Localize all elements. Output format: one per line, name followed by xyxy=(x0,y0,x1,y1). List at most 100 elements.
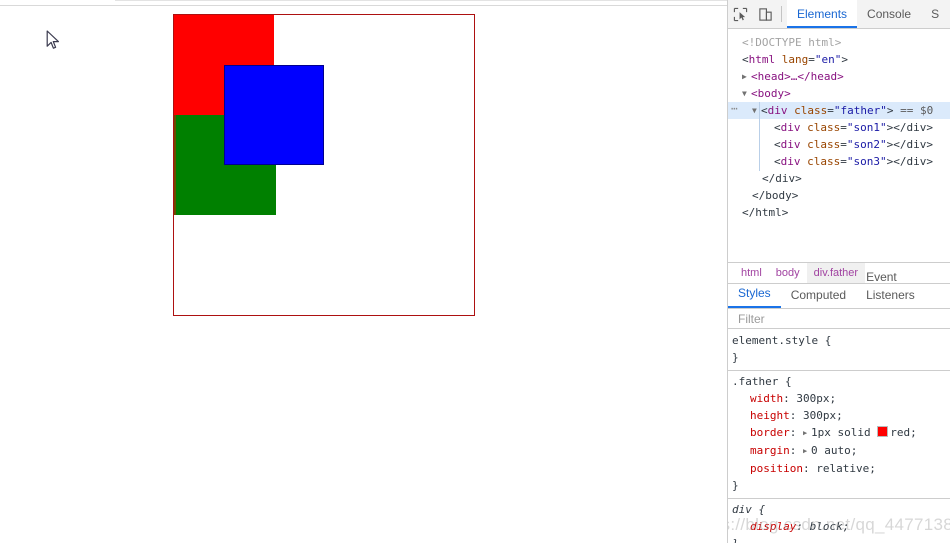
rule-close-element-style: } xyxy=(732,349,950,366)
son1-attr-name: class xyxy=(807,121,841,134)
close-brace-element-style: } xyxy=(732,351,739,364)
dom-tree[interactable]: <!DOCTYPE html> <html lang="en"> ▶ <head>… xyxy=(728,29,950,262)
prop-value-display: block; xyxy=(809,520,850,533)
tab-elements[interactable]: Elements xyxy=(787,0,858,28)
equals-s2: = xyxy=(840,138,847,151)
breadcrumb-item-body[interactable]: body xyxy=(769,263,807,283)
chevron-right-icon[interactable]: ▶ xyxy=(742,68,751,85)
page-top-divider-secondary xyxy=(115,0,727,1)
dom-line-html-close[interactable]: </html> xyxy=(728,204,950,221)
rule-father[interactable]: .father { width: 300px; height: 300px; b… xyxy=(728,370,950,496)
prop-name-width: width xyxy=(750,392,784,405)
son2-attr-value: "son2" xyxy=(846,138,887,151)
rule-selector-father: .father { xyxy=(732,373,950,390)
declaration-display[interactable]: display: block; xyxy=(732,518,950,535)
chevron-down-icon[interactable]: ▼ xyxy=(742,85,751,102)
rule-close-father: } xyxy=(732,477,950,494)
chevron-right-icon-border[interactable]: ▶ xyxy=(803,425,811,442)
dom-line-html-open[interactable]: <html lang="en"> xyxy=(728,51,950,68)
prop-name-margin: margin xyxy=(750,444,790,457)
angle-open-son1: < xyxy=(774,121,781,134)
dom-line-father-open[interactable]: ⋯ ▼ <div class="father"> == $0 xyxy=(728,102,950,119)
declaration-position[interactable]: position: relative; xyxy=(732,460,950,477)
more-options-icon[interactable]: ⋯ xyxy=(731,100,739,117)
prop-name-position: position xyxy=(750,462,803,475)
father-attr-name: class xyxy=(794,104,828,117)
dom-line-body-open[interactable]: ▼ <body> xyxy=(728,85,950,102)
son3-close-tag: </div> xyxy=(893,155,933,168)
blue-square[interactable] xyxy=(224,65,324,165)
styles-filter-row xyxy=(728,308,950,329)
dom-line-body-close[interactable]: </body> xyxy=(728,187,950,204)
declaration-width[interactable]: width: 300px; xyxy=(732,390,950,407)
chevron-right-icon-margin[interactable]: ▶ xyxy=(803,443,811,460)
page-top-divider xyxy=(0,5,727,6)
son3-tag-name: div xyxy=(780,155,801,168)
son2-attr-name: class xyxy=(807,138,841,151)
rule-element-style[interactable]: element.style { } xyxy=(728,332,950,368)
declaration-height[interactable]: height: 300px; xyxy=(732,407,950,424)
html-tag-name: html xyxy=(748,53,776,66)
mouse-pointer-icon xyxy=(46,30,59,49)
rule-selector-element-style: element.style { xyxy=(732,332,950,349)
son3-attr-name: class xyxy=(807,155,841,168)
space-border xyxy=(871,426,878,439)
dom-line-doctype[interactable]: <!DOCTYPE html> xyxy=(728,34,950,51)
father-tag-name: div xyxy=(767,104,788,117)
son2-close-tag: </div> xyxy=(893,138,933,151)
equals: = xyxy=(808,53,815,66)
father-div[interactable] xyxy=(173,14,475,316)
selector-text-father: .father { xyxy=(732,375,792,388)
doctype-text: <!DOCTYPE html> xyxy=(742,36,842,49)
tab-event-listeners[interactable]: Event Listeners xyxy=(856,268,950,308)
selected-node-marker: == $0 xyxy=(900,104,934,117)
dom-line-father-close[interactable]: </div> xyxy=(728,170,950,187)
html-close-tag: </html> xyxy=(742,206,789,219)
prop-value-width: 300px; xyxy=(796,392,837,405)
dom-line-head[interactable]: ▶ <head>…</head> xyxy=(728,68,950,85)
body-close-tag: </body> xyxy=(752,189,799,202)
inspect-element-icon[interactable] xyxy=(728,1,753,28)
color-swatch-red[interactable] xyxy=(877,426,889,437)
tab-computed[interactable]: Computed xyxy=(781,286,856,308)
colon-border: : xyxy=(789,426,803,439)
father-close-tag: </div> xyxy=(762,172,802,185)
styles-pane-tabs: Styles Computed Event Listeners xyxy=(728,270,950,308)
rule-div[interactable]: div { display: block; } xyxy=(728,498,950,543)
close-brace-div: } xyxy=(732,537,739,543)
dom-line-son3[interactable]: <div class="son3"></div> xyxy=(728,153,950,170)
declaration-border[interactable]: border: ▶ 1px solid red; xyxy=(732,424,950,442)
toolbar-separator xyxy=(781,6,782,22)
tab-sources[interactable]: S xyxy=(921,0,949,28)
prop-name-border: border xyxy=(750,426,790,439)
devtools-toolbar: Elements Console S xyxy=(728,0,950,29)
prop-value-border-color: red; xyxy=(890,426,917,439)
lang-attr-value: "en" xyxy=(814,53,842,66)
angle-close: > xyxy=(841,53,848,66)
head-node-text: <head>…</head> xyxy=(751,70,844,83)
dom-line-son1[interactable]: <div class="son1"></div> xyxy=(728,119,950,136)
dom-line-son2[interactable]: <div class="son2"></div> xyxy=(728,136,950,153)
colon-height: : xyxy=(789,409,803,422)
equals2: = xyxy=(827,104,834,117)
body-open-text: <body> xyxy=(751,87,791,100)
colon-display: : xyxy=(796,520,810,533)
prop-name-height: height xyxy=(750,409,790,422)
son1-close-tag: </div> xyxy=(893,121,933,134)
angle-open-son3: < xyxy=(774,155,781,168)
tab-styles[interactable]: Styles xyxy=(728,284,781,308)
father-attr-value: "father" xyxy=(833,104,887,117)
declaration-margin[interactable]: margin: ▶ 0 auto; xyxy=(732,442,950,460)
angle-open: < xyxy=(742,53,749,66)
son3-attr-value: "son3" xyxy=(846,155,887,168)
prop-value-position: relative; xyxy=(816,462,876,475)
close-brace-father: } xyxy=(732,479,739,492)
device-toolbar-icon[interactable] xyxy=(753,1,778,28)
styles-filter-input[interactable] xyxy=(736,310,940,327)
devtools-panel: Elements Console S <!DOCTYPE html> <html… xyxy=(727,0,950,543)
breadcrumb-item-html[interactable]: html xyxy=(734,263,769,283)
son2-tag-name: div xyxy=(780,138,801,151)
colon-width: : xyxy=(783,392,797,405)
tab-console[interactable]: Console xyxy=(857,0,921,28)
